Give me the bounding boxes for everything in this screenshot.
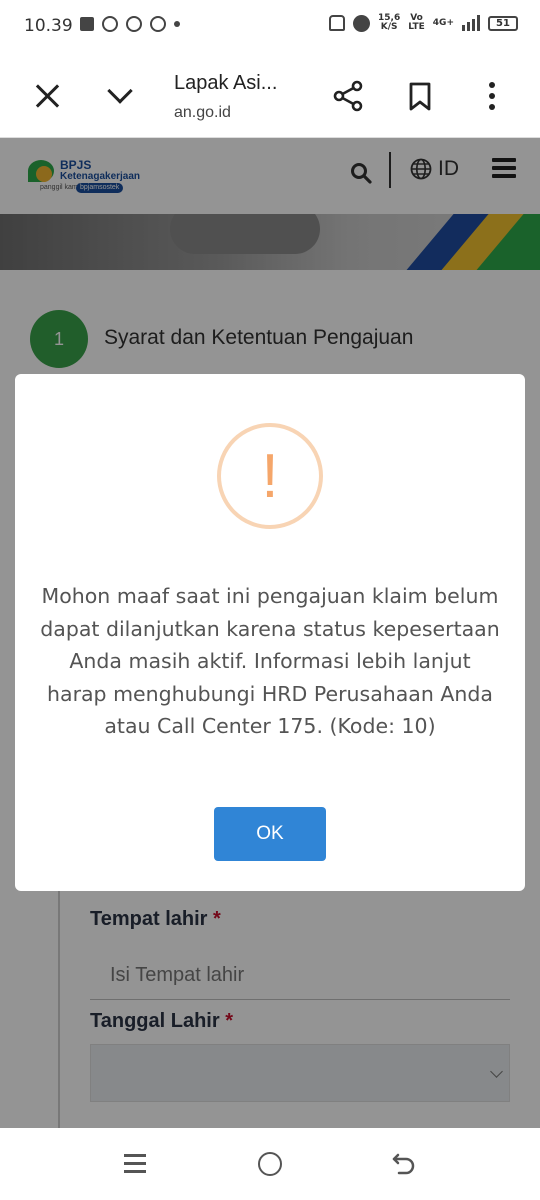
- network-type: 4G+: [432, 17, 454, 28]
- mute-bell-icon: [329, 15, 346, 31]
- status-bar: 10.39 15,6 K/S Vo LTE 4G+ 51: [0, 0, 540, 56]
- ok-button[interactable]: OK: [214, 807, 326, 861]
- more-notifications-dot-icon: [174, 21, 180, 27]
- share-icon[interactable]: [332, 80, 364, 112]
- page-url[interactable]: an.go.id: [174, 104, 231, 122]
- gallery-notification-icon: [80, 17, 94, 31]
- back-icon[interactable]: [390, 1150, 418, 1178]
- sync-icon: [150, 16, 166, 32]
- status-notification-icons: [80, 16, 180, 32]
- bookmark-icon[interactable]: [408, 82, 432, 112]
- browser-toolbar: Lapak Asi... an.go.id: [0, 56, 540, 138]
- home-icon[interactable]: [258, 1152, 282, 1176]
- battery-icon: 51: [488, 15, 518, 31]
- status-system-icons: 15,6 K/S Vo LTE 4G+ 51: [329, 14, 518, 32]
- more-options-icon[interactable]: [482, 82, 502, 112]
- status-time: 10.39: [24, 16, 73, 36]
- whatsapp-icon: [102, 16, 118, 32]
- alarm-icon: [353, 14, 371, 32]
- network-speed: 15,6 K/S: [378, 13, 401, 32]
- chevron-down-icon[interactable]: [106, 80, 134, 108]
- close-icon[interactable]: [34, 82, 62, 110]
- recent-apps-icon[interactable]: [124, 1154, 146, 1174]
- page-title[interactable]: Lapak Asi...: [174, 72, 277, 95]
- alert-message: Mohon maaf saat ini pengajuan klaim belu…: [40, 584, 500, 738]
- signal-strength-icon: [462, 15, 480, 31]
- alarm-clock-icon: [126, 16, 142, 32]
- volte-indicator: Vo LTE: [408, 13, 425, 32]
- system-navigation-bar: [0, 1128, 540, 1200]
- warning-exclamation-icon: !: [261, 441, 279, 511]
